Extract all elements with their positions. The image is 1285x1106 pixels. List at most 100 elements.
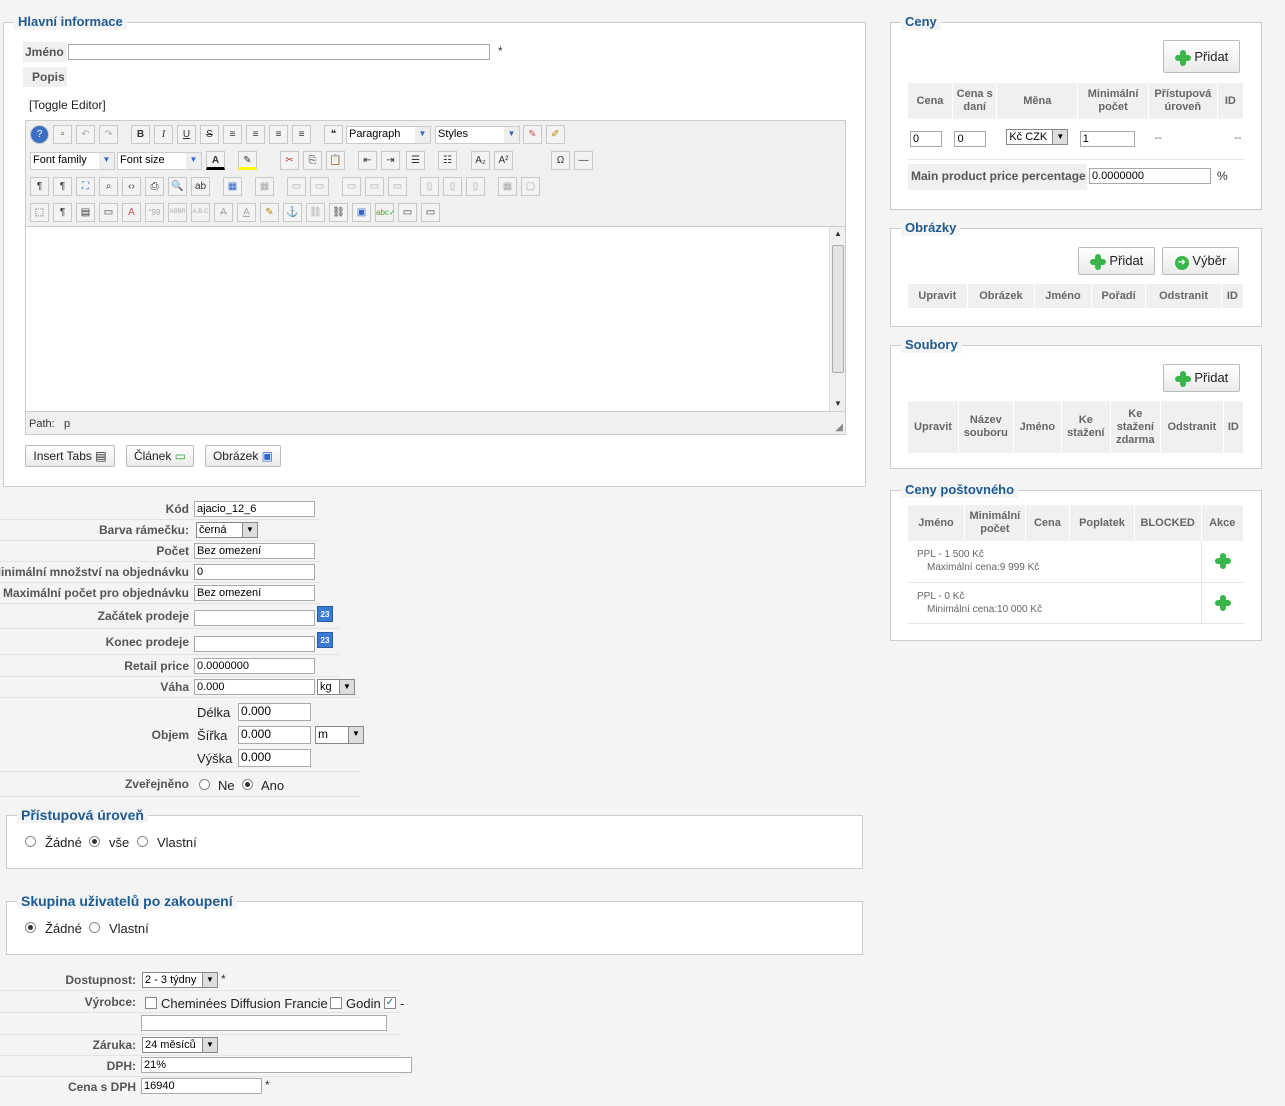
template-icon[interactable]: ▤ xyxy=(76,203,95,222)
superscript-icon[interactable]: A² xyxy=(494,151,513,170)
row-after-icon[interactable]: ▭ xyxy=(365,177,384,196)
bold-icon[interactable]: B xyxy=(131,125,150,144)
checkbox-vyrobce3[interactable]: ✓ xyxy=(384,996,396,1009)
attribs-icon[interactable]: ✎ xyxy=(260,203,279,222)
radio-zadne[interactable] xyxy=(25,836,36,848)
ins-icon[interactable]: A xyxy=(237,203,256,222)
name-input[interactable] xyxy=(68,44,490,60)
layer-icon[interactable]: ▭ xyxy=(398,203,417,222)
row-props-icon[interactable]: ▭ xyxy=(287,177,306,196)
justify-icon[interactable]: ≡ xyxy=(223,125,242,144)
access-vse-radio[interactable] xyxy=(89,834,100,848)
zacatek-input[interactable] xyxy=(194,610,315,626)
access-vlastni-radio[interactable] xyxy=(137,834,148,848)
dph-input[interactable]: 21% xyxy=(141,1057,412,1073)
checkbox-vyrobce2[interactable] xyxy=(330,996,342,1009)
insert-tabs-button[interactable]: Insert Tabs ▤ xyxy=(25,445,115,467)
radio-group-vlastni[interactable] xyxy=(89,922,100,934)
radio-vse[interactable] xyxy=(89,836,100,848)
image-icon[interactable]: ▣ xyxy=(352,203,371,222)
retail-input[interactable]: 0.0000000 xyxy=(194,658,315,674)
search-icon[interactable]: 🔍 xyxy=(168,177,187,196)
ltr-icon[interactable]: ¶ xyxy=(30,177,49,196)
anchor-icon[interactable]: ⚓ xyxy=(283,203,302,222)
radio-group-zadne[interactable] xyxy=(25,922,36,934)
text-color-icon[interactable]: A xyxy=(206,151,225,170)
barva-select[interactable]: černá ▼ xyxy=(196,522,258,538)
objem-unit-select[interactable]: m ▼ xyxy=(315,726,364,744)
delete-row-icon[interactable]: ▭ xyxy=(388,177,407,196)
subscript-icon[interactable]: A₂ xyxy=(471,151,490,170)
underline-icon[interactable]: U xyxy=(177,125,196,144)
min-input[interactable]: 1 xyxy=(1079,130,1135,147)
sirka-input[interactable]: 0.000 xyxy=(238,726,311,744)
pagebreak-icon[interactable]: ▭ xyxy=(99,203,118,222)
calendar-icon[interactable]: 23 xyxy=(317,632,333,648)
blockquote-icon[interactable]: ❝ xyxy=(324,125,343,144)
vyska-input[interactable]: 0.000 xyxy=(238,749,311,767)
acronym-icon[interactable]: A.B.C xyxy=(191,203,210,222)
delete-table-icon[interactable]: ▦ xyxy=(255,177,274,196)
cena-dani-input[interactable]: 0 xyxy=(954,130,987,147)
preview-icon[interactable]: ⌕ xyxy=(99,177,118,196)
print-icon[interactable]: ⎙ xyxy=(145,177,164,196)
editor-content-area[interactable]: ▲ ▼ xyxy=(26,226,845,412)
zaruka-select[interactable]: 24 měsíců ▼ xyxy=(142,1037,218,1053)
style-props-icon[interactable]: A xyxy=(122,203,141,222)
zverejneno-ne-radio[interactable] xyxy=(199,777,210,791)
group-vlastni-radio[interactable] xyxy=(89,920,100,934)
kod-input[interactable]: ajacio_12_6 xyxy=(194,501,315,517)
calendar-icon[interactable]: 23 xyxy=(317,606,333,622)
merge-cells-icon[interactable]: ▢ xyxy=(521,177,540,196)
outdent-icon[interactable]: ⇤ xyxy=(358,151,377,170)
ordered-list-icon[interactable]: ☰ xyxy=(406,151,425,170)
radio-ne[interactable] xyxy=(199,779,210,791)
rtl-icon[interactable]: ¶ xyxy=(53,177,72,196)
abbr-icon[interactable]: ABBR xyxy=(168,203,187,222)
cell-props-icon[interactable]: ▭ xyxy=(310,177,329,196)
toggle-editor-link[interactable]: [Toggle Editor] xyxy=(29,98,106,112)
spellcheck-icon[interactable]: abc✓ xyxy=(375,203,396,222)
col-before-icon[interactable]: ▯ xyxy=(420,177,439,196)
font-size-select[interactable]: Font size ▼ xyxy=(117,152,202,170)
resize-handle-icon[interactable]: ◢ xyxy=(835,422,843,433)
vyrobce1-checkbox[interactable] xyxy=(145,995,157,1009)
vaha-unit-select[interactable]: kg ▼ xyxy=(317,679,355,695)
help-icon[interactable]: ? xyxy=(30,125,49,144)
vyrobce-extra-input[interactable] xyxy=(141,1015,387,1031)
redo-icon[interactable]: ↷ xyxy=(99,125,118,144)
replace-icon[interactable]: ab xyxy=(191,177,210,196)
vyrobce2-checkbox[interactable] xyxy=(330,995,342,1009)
obrazky-add-button[interactable]: Přidat xyxy=(1078,247,1155,275)
max-pocet-input[interactable]: Bez omezení xyxy=(194,585,315,601)
min-mnozstvi-input[interactable]: 0 xyxy=(194,564,315,580)
visual-aid-icon[interactable]: ⬚ xyxy=(30,203,49,222)
unlink-icon[interactable]: ⛓ xyxy=(306,203,325,222)
scroll-up-icon[interactable]: ▲ xyxy=(834,229,842,238)
vyrobce3-checkbox[interactable]: ✓ xyxy=(384,995,396,1009)
editor-scrollbar[interactable]: ▲ ▼ xyxy=(829,227,845,411)
dostupnost-select[interactable]: 2 - 3 týdny ▼ xyxy=(142,972,218,988)
indent-icon[interactable]: ⇥ xyxy=(381,151,400,170)
add-icon[interactable] xyxy=(1214,594,1231,611)
scroll-thumb[interactable] xyxy=(832,245,844,373)
article-button[interactable]: Článek ▭ xyxy=(126,445,194,467)
pocet-input[interactable]: Bez omezení xyxy=(194,543,315,559)
table-icon[interactable]: ▦ xyxy=(223,177,242,196)
fullscreen-icon[interactable]: ⛶ xyxy=(76,177,95,196)
italic-icon[interactable]: I xyxy=(154,125,173,144)
vaha-input[interactable]: 0.000 xyxy=(194,679,315,695)
align-left-icon[interactable]: ≡ xyxy=(269,125,288,144)
align-center-icon[interactable]: ≡ xyxy=(246,125,265,144)
cleanup-icon[interactable]: ✐ xyxy=(546,125,565,144)
highlight-color-icon[interactable]: ✎ xyxy=(238,151,257,170)
paste-icon[interactable]: 📋 xyxy=(326,151,345,170)
eraser-icon[interactable]: ✎ xyxy=(523,125,542,144)
show-blocks-icon[interactable]: ¶ xyxy=(53,203,72,222)
col-after-icon[interactable]: ▯ xyxy=(443,177,462,196)
strikethrough-icon[interactable]: S xyxy=(200,125,219,144)
unordered-list-icon[interactable]: ☷ xyxy=(438,151,457,170)
mena-select[interactable]: Kč CZK ▼ xyxy=(1006,128,1069,145)
format-select[interactable]: Paragraph ▼ xyxy=(346,126,431,144)
ceny-add-button[interactable]: Přidat xyxy=(1163,40,1240,73)
